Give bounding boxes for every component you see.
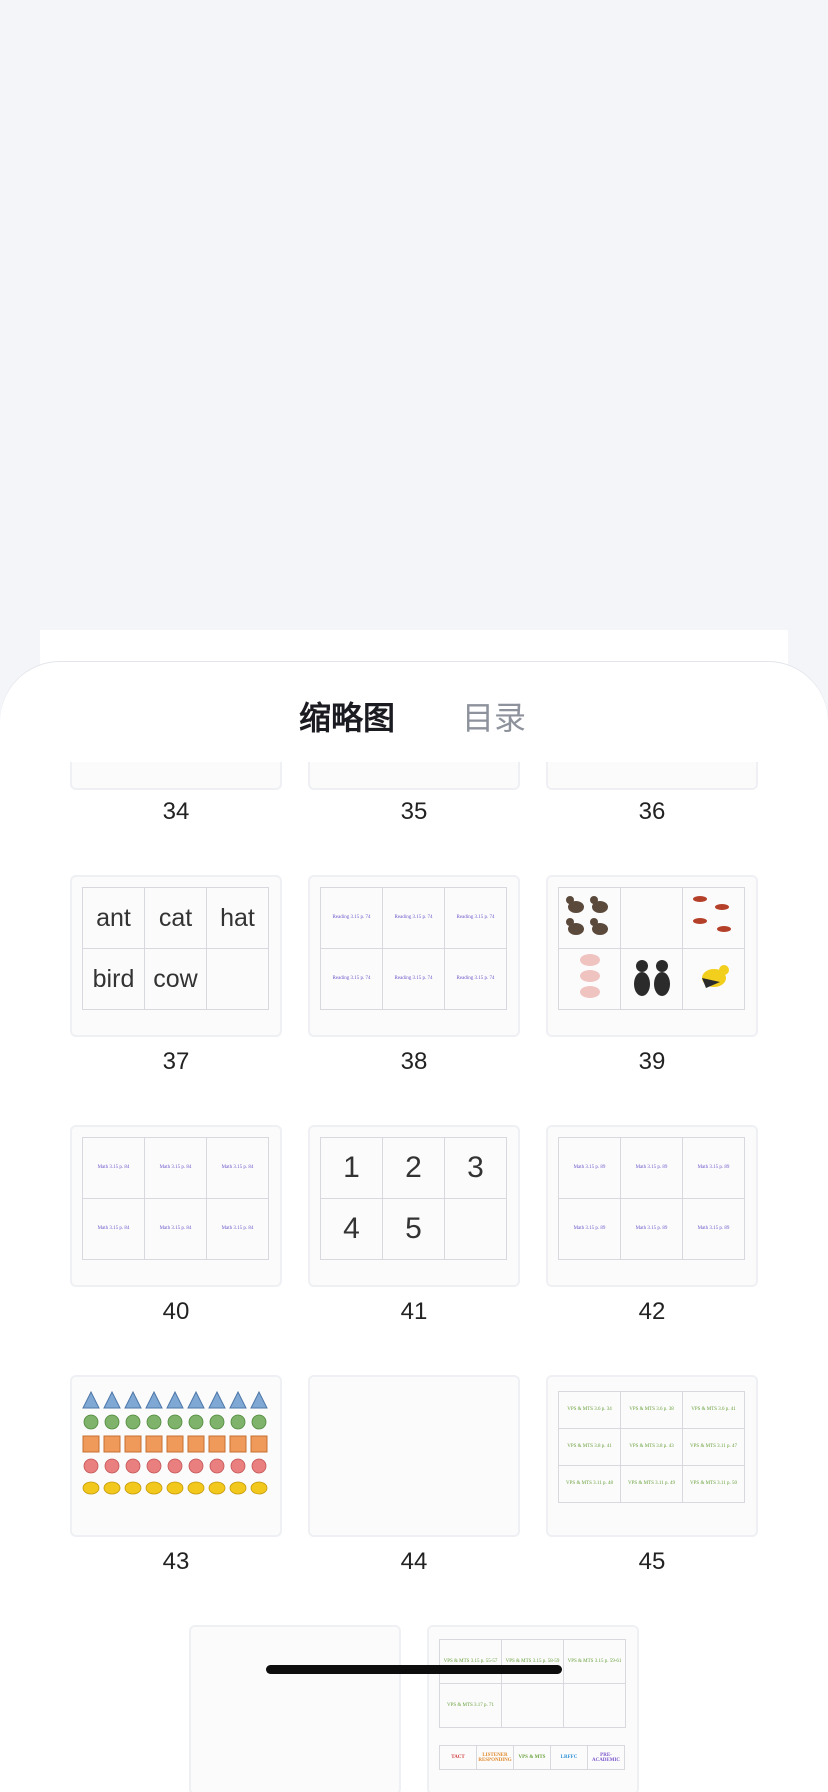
- number-cell: 5: [382, 1198, 445, 1260]
- grid-cell: [563, 1683, 626, 1728]
- animal-grid: [558, 887, 745, 1010]
- page-thumbnail-35[interactable]: [308, 762, 520, 790]
- grid-cell: Math 3.15 p. 84: [82, 1198, 145, 1260]
- page-number-label: 36: [638, 798, 666, 825]
- math-grid: Math 3.15 p. 84 Math 3.15 p. 84 Math 3.15 …: [82, 1137, 269, 1260]
- grid-cell: Math 3.15 p. 84: [144, 1137, 207, 1199]
- page-number-label: 41: [400, 1298, 428, 1325]
- square-row: [82, 1435, 272, 1455]
- page-thumbnail-46[interactable]: [189, 1625, 401, 1792]
- dogs-image: [620, 948, 683, 1010]
- footer-cell: LRFFC: [550, 1745, 588, 1770]
- grid-cell: [501, 1683, 564, 1728]
- grid-cell: Math 3.15 p. 89: [620, 1137, 683, 1199]
- grid-cell: VPS & MTS 3.11 p. 48: [558, 1465, 621, 1503]
- page-number-label: 35: [400, 798, 428, 825]
- heart-row: [82, 1457, 272, 1477]
- number-cell: 2: [382, 1137, 445, 1199]
- footer-cell: VPS & MTS: [513, 1745, 551, 1770]
- page-thumbnail-34[interactable]: [70, 762, 282, 790]
- home-indicator[interactable]: [266, 1665, 562, 1674]
- page-number-label: 44: [400, 1548, 428, 1575]
- grid-cell: Reading 3.15 p. 74: [320, 887, 383, 949]
- footer-cell: TACT: [439, 1745, 477, 1770]
- grid-cell: Reading 3.15 p. 74: [444, 948, 507, 1010]
- page-thumbnail-47[interactable]: VPS & MTS 3.15 p. 55-57 VPS & MTS 3.15 p.…: [427, 1625, 639, 1792]
- reading-grid: Reading 3.15 p. 74 Reading 3.15 p. 74 Read…: [320, 887, 507, 1010]
- grid-cell: VPS & MTS 3.11 p. 50: [682, 1465, 745, 1503]
- footer-cell: LISTENER RESPONDING: [476, 1745, 514, 1770]
- footer-cell: PRE-ACADEMIC: [587, 1745, 625, 1770]
- page-thumbnail-36[interactable]: [546, 762, 758, 790]
- cats-image: [558, 887, 621, 949]
- page-number-label: 42: [638, 1298, 666, 1325]
- number-cell: [444, 1198, 507, 1260]
- thumbnail-grid: 34 35 36 ant cat hat bird cow 37 Reading 3.…: [0, 662, 828, 1792]
- page-number-label: 45: [638, 1548, 666, 1575]
- page-number-label: 38: [400, 1048, 428, 1075]
- word-cell: [206, 948, 269, 1010]
- page-thumbnail-37[interactable]: ant cat hat bird cow: [70, 875, 282, 1037]
- number-cell: 4: [320, 1198, 383, 1260]
- grid-cell: VPS & MTS 3.11 p. 47: [682, 1428, 745, 1466]
- grid-cell: Math 3.15 p. 89: [682, 1137, 745, 1199]
- pigs-image: [558, 948, 621, 1010]
- word-grid: ant cat hat bird cow: [82, 887, 269, 1010]
- grid-cell: VPS & MTS 3.6 p. 41: [682, 1391, 745, 1429]
- grid-cell: VPS & MTS 3.8 p. 41: [558, 1428, 621, 1466]
- page-number-label: 39: [638, 1048, 666, 1075]
- page-thumbnail-38[interactable]: Reading 3.15 p. 74 Reading 3.15 p. 74 Read…: [308, 875, 520, 1037]
- grid-cell: VPS & MTS 3.15 p. 55-57: [439, 1639, 502, 1684]
- grid-cell: Reading 3.15 p. 74: [382, 887, 445, 949]
- math-grid: Math 3.15 p. 89 Math 3.15 p. 89 Math 3.15 …: [558, 1137, 745, 1260]
- page-number-label: 40: [162, 1298, 190, 1325]
- grid-cell: VPS & MTS 3.8 p. 43: [620, 1428, 683, 1466]
- word-cell: cow: [144, 948, 207, 1010]
- lemon-row: [82, 1479, 272, 1499]
- page-thumbnail-44[interactable]: [308, 1375, 520, 1537]
- grid-cell: VPS & MTS 3.17 p. 71: [439, 1683, 502, 1728]
- bird-image: [682, 948, 745, 1010]
- page-thumbnail-41[interactable]: 123 45: [308, 1125, 520, 1287]
- grid-cell: Math 3.15 p. 84: [82, 1137, 145, 1199]
- ants-image: [682, 887, 745, 949]
- page-number-label: 37: [162, 1048, 190, 1075]
- grid-cell: Math 3.15 p. 89: [558, 1137, 621, 1199]
- word-cell: bird: [82, 948, 145, 1010]
- grid-cell: Reading 3.15 p. 74: [382, 948, 445, 1010]
- grid-cell: Math 3.15 p. 89: [682, 1198, 745, 1260]
- grid-cell: VPS & MTS 3.11 p. 49: [620, 1465, 683, 1503]
- grid-cell: Math 3.15 p. 89: [620, 1198, 683, 1260]
- grid-cell: Math 3.15 p. 89: [558, 1198, 621, 1260]
- triangle-row: [82, 1391, 272, 1411]
- grid-cell: Math 3.15 p. 84: [144, 1198, 207, 1260]
- grid-cell: VPS & MTS 3.6 p. 34: [558, 1391, 621, 1429]
- page-thumbnail-45[interactable]: VPS & MTS 3.6 p. 34 VPS & MTS 3.6 p. 38 VP…: [546, 1375, 758, 1537]
- word-cell: cat: [144, 887, 207, 949]
- grid-cell: VPS & MTS 3.15 p. 58-59: [501, 1639, 564, 1684]
- grid-cell: Math 3.15 p. 84: [206, 1198, 269, 1260]
- number-cell: 3: [444, 1137, 507, 1199]
- thumbnail-sheet: 缩略图 目录 34 35 36 ant cat hat bird cow 37 Rea…: [0, 662, 828, 1792]
- page-thumbnail-40[interactable]: Math 3.15 p. 84 Math 3.15 p. 84 Math 3.15 …: [70, 1125, 282, 1287]
- word-cell: hat: [206, 887, 269, 949]
- number-cell: 1: [320, 1137, 383, 1199]
- word-cell: ant: [82, 887, 145, 949]
- page-number-label: 43: [162, 1548, 190, 1575]
- vps-grid: VPS & MTS 3.6 p. 34 VPS & MTS 3.6 p. 38 VP…: [558, 1391, 745, 1503]
- grid-cell: Reading 3.15 p. 74: [320, 948, 383, 1010]
- grid-cell: VPS & MTS 3.15 p. 59-61: [563, 1639, 626, 1684]
- page-thumbnail-42[interactable]: Math 3.15 p. 89 Math 3.15 p. 89 Math 3.15 …: [546, 1125, 758, 1287]
- page-thumbnail-39[interactable]: [546, 875, 758, 1037]
- empty-cell: [620, 887, 683, 949]
- grid-cell: VPS & MTS 3.6 p. 38: [620, 1391, 683, 1429]
- grid-cell: Reading 3.15 p. 74: [444, 887, 507, 949]
- number-grid: 123 45: [320, 1137, 507, 1260]
- page-thumbnail-43[interactable]: [70, 1375, 282, 1537]
- vps-grid: VPS & MTS 3.15 p. 55-57 VPS & MTS 3.15 p.…: [439, 1639, 626, 1728]
- category-footer: TACT LISTENER RESPONDING VPS & MTS LRFFC…: [439, 1745, 625, 1770]
- page-number-label: 34: [162, 798, 190, 825]
- star-row: [82, 1413, 272, 1433]
- grid-cell: Math 3.15 p. 84: [206, 1137, 269, 1199]
